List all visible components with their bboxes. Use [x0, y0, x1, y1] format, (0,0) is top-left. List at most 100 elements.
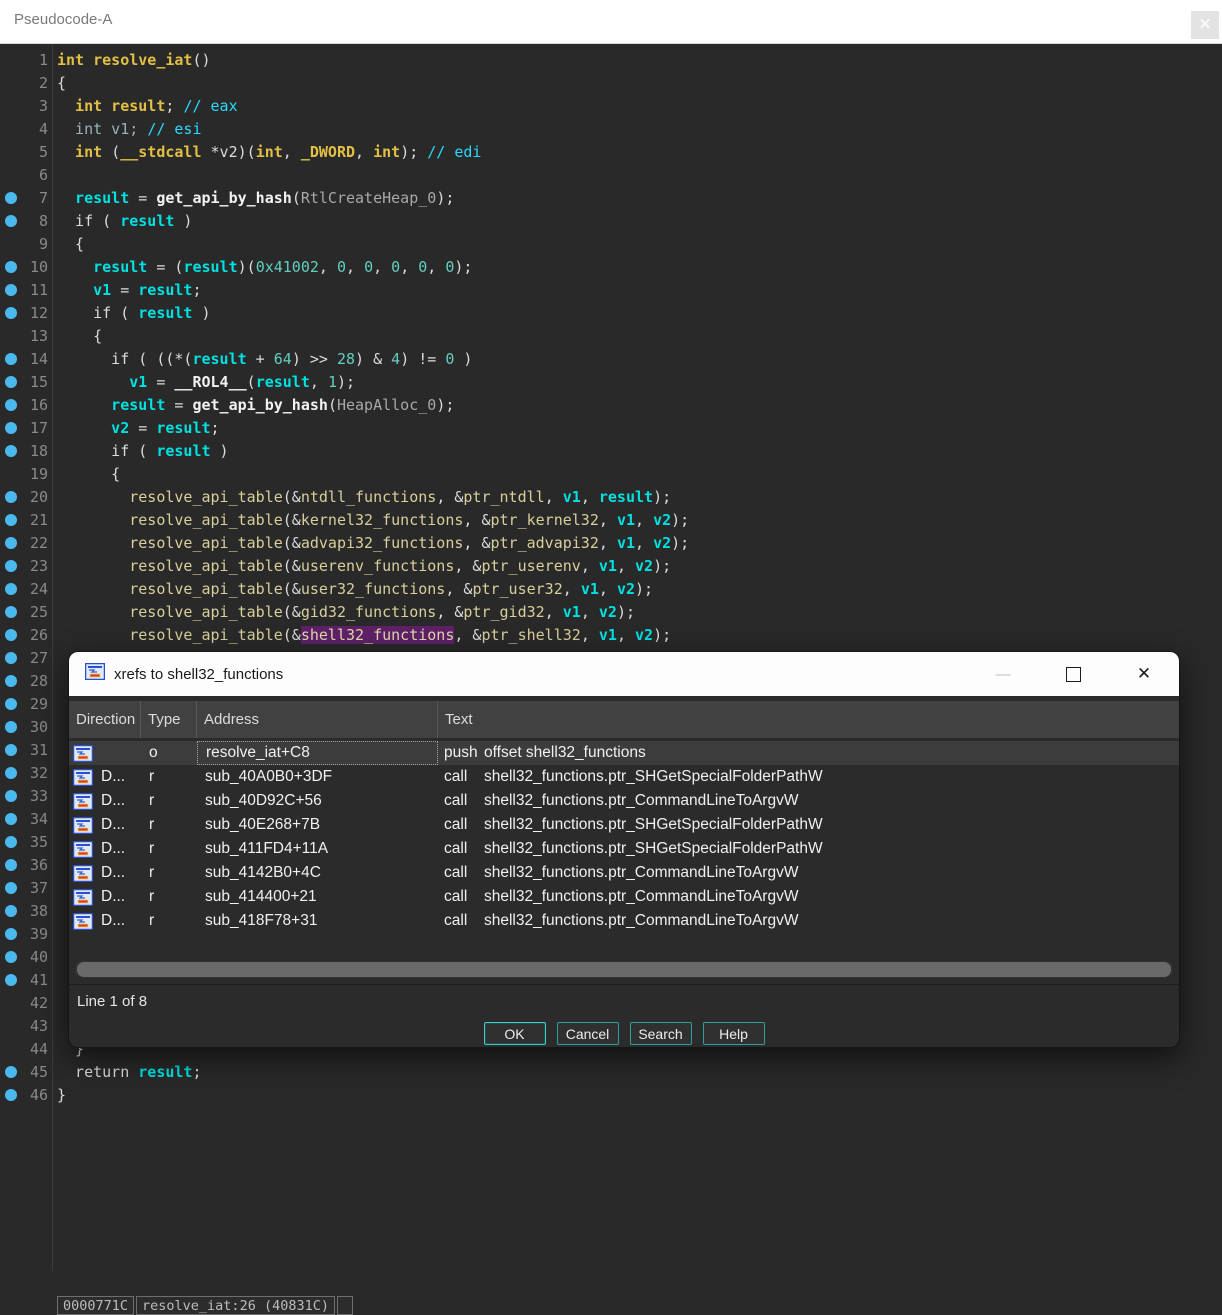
breakpoint-dot[interactable]: [5, 491, 17, 503]
breakpoint-dot[interactable]: [5, 1089, 17, 1101]
code-line[interactable]: 22 resolve_api_table(&advapi32_functions…: [0, 531, 689, 554]
code-line[interactable]: 18 if ( result ): [0, 439, 689, 462]
breakpoint-dot[interactable]: [5, 376, 17, 388]
breakpoint-gutter[interactable]: [0, 491, 22, 503]
breakpoint-dot[interactable]: [5, 652, 17, 664]
breakpoint-gutter[interactable]: [0, 215, 22, 227]
breakpoint-dot[interactable]: [5, 836, 17, 848]
breakpoint-dot[interactable]: [5, 284, 17, 296]
search-button[interactable]: Search: [630, 1022, 692, 1045]
code-line[interactable]: 11 v1 = result;: [0, 278, 689, 301]
code-line[interactable]: 5 int (__stdcall *v2)(int, _DWORD, int);…: [0, 140, 689, 163]
breakpoint-dot[interactable]: [5, 514, 17, 526]
breakpoint-gutter[interactable]: [0, 583, 22, 595]
code-line[interactable]: 21 resolve_api_table(&kernel32_functions…: [0, 508, 689, 531]
breakpoint-gutter[interactable]: [0, 399, 22, 411]
breakpoint-gutter[interactable]: [0, 560, 22, 572]
breakpoint-gutter[interactable]: [0, 307, 22, 319]
xref-row[interactable]: D...rsub_418F78+31callshell32_functions.…: [69, 909, 1179, 933]
breakpoint-gutter[interactable]: [0, 652, 22, 664]
column-header-type[interactable]: Type: [141, 701, 197, 738]
breakpoint-dot[interactable]: [5, 445, 17, 457]
xref-row[interactable]: D...rsub_40E268+7Bcallshell32_functions.…: [69, 813, 1179, 837]
code-line[interactable]: 14 if ( ((*(result + 64) >> 28) & 4) != …: [0, 347, 689, 370]
breakpoint-gutter[interactable]: [0, 928, 22, 940]
breakpoint-dot[interactable]: [5, 606, 17, 618]
breakpoint-dot[interactable]: [5, 583, 17, 595]
breakpoint-dot[interactable]: [5, 307, 17, 319]
code-line[interactable]: 25 resolve_api_table(&gid32_functions, &…: [0, 600, 689, 623]
cancel-button[interactable]: Cancel: [557, 1022, 619, 1045]
breakpoint-gutter[interactable]: [0, 767, 22, 779]
horizontal-scrollbar[interactable]: [75, 961, 1173, 978]
scrollbar-thumb[interactable]: [77, 962, 1171, 977]
code-line[interactable]: 23 resolve_api_table(&userenv_functions,…: [0, 554, 689, 577]
breakpoint-dot[interactable]: [5, 215, 17, 227]
breakpoint-gutter[interactable]: [0, 629, 22, 641]
dialog-titlebar[interactable]: xrefs to shell32_functions — ✕: [69, 652, 1179, 696]
code-line[interactable]: 8 if ( result ): [0, 209, 689, 232]
breakpoint-gutter[interactable]: [0, 514, 22, 526]
xref-row[interactable]: D...rsub_411FD4+11Acallshell32_functions…: [69, 837, 1179, 861]
breakpoint-gutter[interactable]: [0, 261, 22, 273]
breakpoint-dot[interactable]: [5, 560, 17, 572]
xref-row[interactable]: D...rsub_40D92C+56callshell32_functions.…: [69, 789, 1179, 813]
breakpoint-gutter[interactable]: [0, 537, 22, 549]
breakpoint-gutter[interactable]: [0, 353, 22, 365]
code-line[interactable]: 17 v2 = result;: [0, 416, 689, 439]
breakpoint-dot[interactable]: [5, 744, 17, 756]
code-line[interactable]: 10 result = (result)(0x41002, 0, 0, 0, 0…: [0, 255, 689, 278]
breakpoint-dot[interactable]: [5, 399, 17, 411]
breakpoint-gutter[interactable]: [0, 192, 22, 204]
breakpoint-dot[interactable]: [5, 537, 17, 549]
code-line[interactable]: 9 {: [0, 232, 689, 255]
breakpoint-gutter[interactable]: [0, 951, 22, 963]
code-line[interactable]: 26 resolve_api_table(&shell32_functions,…: [0, 623, 689, 646]
code-line[interactable]: 12 if ( result ): [0, 301, 689, 324]
help-button[interactable]: Help: [703, 1022, 765, 1045]
code-line[interactable]: 15 v1 = __ROL4__(result, 1);: [0, 370, 689, 393]
code-line[interactable]: 2{: [0, 71, 689, 94]
code-line[interactable]: 13 {: [0, 324, 689, 347]
code-line[interactable]: 20 resolve_api_table(&ntdll_functions, &…: [0, 485, 689, 508]
code-line[interactable]: 19 {: [0, 462, 689, 485]
breakpoint-gutter[interactable]: [0, 882, 22, 894]
dialog-minimize-button[interactable]: —: [988, 659, 1018, 689]
column-header-address[interactable]: Address: [197, 701, 438, 738]
breakpoint-dot[interactable]: [5, 192, 17, 204]
breakpoint-gutter[interactable]: [0, 445, 22, 457]
breakpoint-gutter[interactable]: [0, 790, 22, 802]
breakpoint-gutter[interactable]: [0, 1066, 22, 1078]
code-line[interactable]: 24 resolve_api_table(&user32_functions, …: [0, 577, 689, 600]
breakpoint-dot[interactable]: [5, 629, 17, 641]
code-line[interactable]: 45 return result;: [0, 1060, 689, 1083]
breakpoint-dot[interactable]: [5, 974, 17, 986]
breakpoint-gutter[interactable]: [0, 905, 22, 917]
breakpoint-gutter[interactable]: [0, 675, 22, 687]
breakpoint-dot[interactable]: [5, 767, 17, 779]
breakpoint-dot[interactable]: [5, 813, 17, 825]
ok-button[interactable]: OK: [484, 1022, 546, 1045]
xref-table-body[interactable]: oresolve_iat+C8pushoffset shell32_functi…: [69, 741, 1179, 933]
breakpoint-dot[interactable]: [5, 721, 17, 733]
breakpoint-dot[interactable]: [5, 951, 17, 963]
dialog-maximize-button[interactable]: [1058, 659, 1088, 689]
column-header-text[interactable]: Text: [438, 701, 1179, 738]
xref-row[interactable]: D...rsub_4142B0+4Ccallshell32_functions.…: [69, 861, 1179, 885]
breakpoint-gutter[interactable]: [0, 744, 22, 756]
breakpoint-dot[interactable]: [5, 882, 17, 894]
breakpoint-gutter[interactable]: [0, 1089, 22, 1101]
breakpoint-gutter[interactable]: [0, 376, 22, 388]
breakpoint-gutter[interactable]: [0, 974, 22, 986]
breakpoint-dot[interactable]: [5, 261, 17, 273]
breakpoint-dot[interactable]: [5, 790, 17, 802]
breakpoint-gutter[interactable]: [0, 721, 22, 733]
code-line[interactable]: 46}: [0, 1083, 689, 1106]
code-line[interactable]: 16 result = get_api_by_hash(HeapAlloc_0)…: [0, 393, 689, 416]
code-line[interactable]: 7 result = get_api_by_hash(RtlCreateHeap…: [0, 186, 689, 209]
xref-row[interactable]: oresolve_iat+C8pushoffset shell32_functi…: [69, 741, 1179, 765]
breakpoint-gutter[interactable]: [0, 813, 22, 825]
code-line[interactable]: 6: [0, 163, 689, 186]
breakpoint-gutter[interactable]: [0, 698, 22, 710]
column-header-direction[interactable]: Direction: [69, 701, 141, 738]
